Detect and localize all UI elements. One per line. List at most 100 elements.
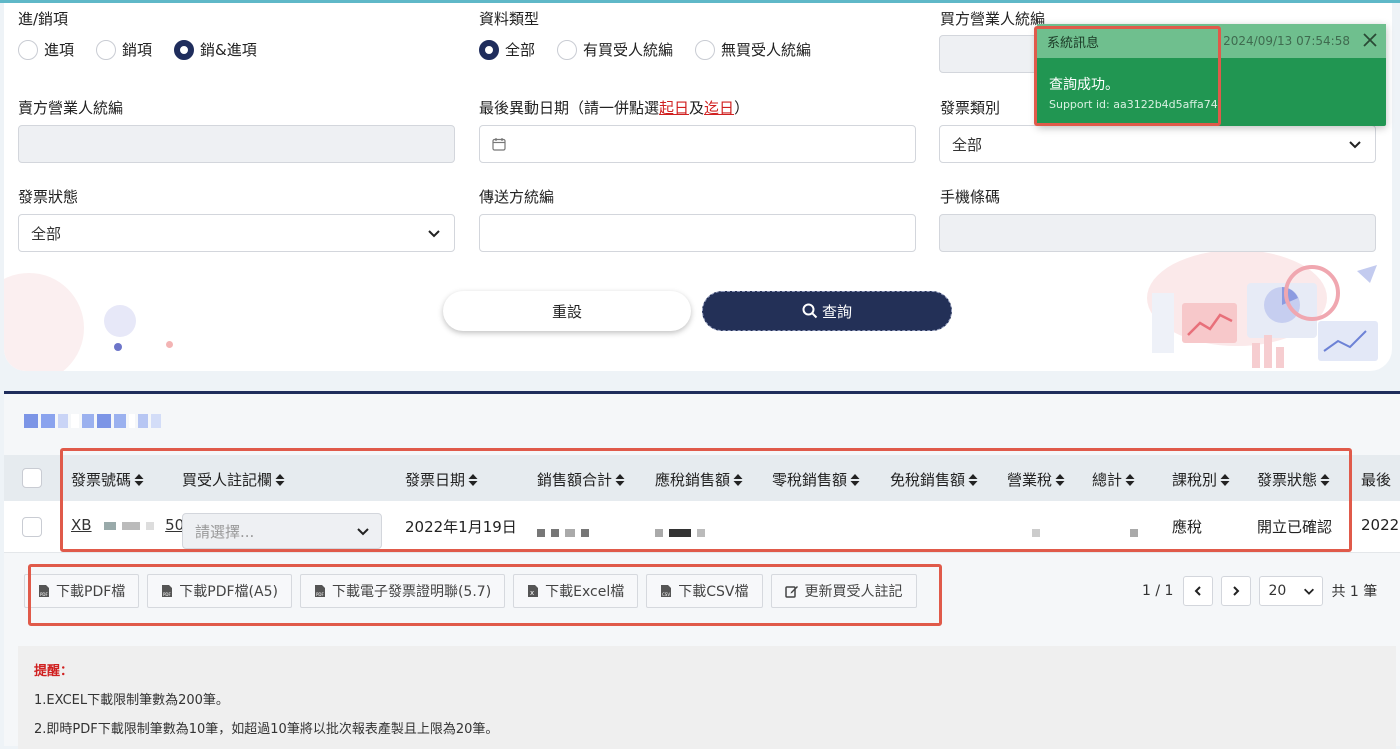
action-bar: PDF 下載PDF檔 PDF 下載PDF檔(A5) PDF 下載電子發票證明聯(5.7… xyxy=(24,574,917,608)
pdf-file-icon: PDF xyxy=(162,585,173,597)
reminder-line: 1.EXCEL下載限制筆數為200筆。 xyxy=(34,693,229,708)
radio-without-buyer-id[interactable]: 無買受人統編 xyxy=(695,39,811,60)
radio-sales[interactable]: 銷項 xyxy=(96,39,152,60)
svg-text:PDF: PDF xyxy=(316,592,324,597)
reminder-line: 2.即時PDF下載限制筆數為10筆，如超過10筆將以批次報表產製且上限為20筆。 xyxy=(34,722,499,737)
search-icon xyxy=(802,303,818,319)
date-range-input[interactable] xyxy=(479,125,916,163)
data-type-radio-group: 全部 有買受人統編 無買受人統編 xyxy=(479,39,833,60)
buyer-note-select[interactable]: 請選擇... xyxy=(182,513,382,549)
reminder-title: 提醒： xyxy=(34,664,74,679)
reset-button[interactable]: 重設 xyxy=(443,291,691,331)
toast-timestamp: 2024/09/13 07:54:58 xyxy=(1223,34,1350,48)
end-date-hint: 迄日 xyxy=(704,99,735,117)
last-updated-cell: 2022 xyxy=(1361,516,1400,534)
mobile-barcode-input[interactable] xyxy=(939,214,1376,252)
reminder-box: 提醒： 1.EXCEL下載限制筆數為200筆。 2.即時PDF下載限制筆數為10… xyxy=(18,646,1396,749)
invoice-status-select[interactable]: 全部 xyxy=(18,214,455,252)
column-header[interactable]: 發票日期 xyxy=(405,469,478,490)
buyer-id-label: 買方營業人統編 xyxy=(940,10,1046,28)
page-size-select[interactable]: 20 xyxy=(1259,576,1324,606)
close-icon[interactable] xyxy=(1362,32,1378,48)
radio-purchase[interactable]: 進項 xyxy=(18,39,74,60)
redacted-company-name xyxy=(24,414,161,428)
radio-indicator[interactable] xyxy=(18,39,38,60)
sort-icon xyxy=(615,473,625,487)
pdf-file-icon: PDF xyxy=(314,585,325,597)
radio-indicator[interactable] xyxy=(695,39,716,60)
last-change-date-label: 最後異動日期（請一併點選起日及迄日） xyxy=(479,99,750,117)
chevron-down-icon xyxy=(1349,141,1361,149)
column-header[interactable]: 營業稅 xyxy=(1007,469,1065,490)
decoration-circle xyxy=(4,273,84,371)
redacted-amount xyxy=(537,523,595,541)
csv-file-icon: CSV xyxy=(661,585,672,597)
column-header[interactable]: 課稅別 xyxy=(1172,469,1230,490)
column-header[interactable]: 買受人註記欄 xyxy=(182,469,285,490)
radio-indicator[interactable] xyxy=(557,39,578,60)
system-message-toast: 系統訊息 2024/09/13 07:54:58 查詢成功。 Support i… xyxy=(1037,24,1386,126)
download-excel-button[interactable]: x 下載Excel檔 xyxy=(513,574,639,608)
io-type-label: 進/銷項 xyxy=(18,10,69,28)
svg-text:x: x xyxy=(530,589,534,597)
redacted-amount xyxy=(1032,523,1046,541)
previous-page-button[interactable] xyxy=(1183,576,1214,606)
column-header[interactable]: 發票號碼 xyxy=(71,469,144,490)
select-all-checkbox[interactable] xyxy=(22,468,42,488)
download-csv-button[interactable]: CSV 下載CSV檔 xyxy=(646,574,763,608)
data-type-label: 資料類型 xyxy=(479,10,540,28)
invoice-number-link[interactable]: XB 50 xyxy=(71,516,184,534)
sort-icon xyxy=(733,473,743,487)
seller-id-label: 賣方營業人統編 xyxy=(18,99,124,117)
radio-indicator-selected[interactable] xyxy=(174,39,195,60)
tax-type-cell: 應稅 xyxy=(1172,518,1203,536)
column-header[interactable]: 應稅銷售額 xyxy=(655,469,743,490)
decoration-circle xyxy=(104,305,136,337)
column-header[interactable]: 零稅銷售額 xyxy=(772,469,860,490)
sort-icon xyxy=(968,473,978,487)
invoice-category-label: 發票類別 xyxy=(940,99,1001,117)
update-buyer-note-button[interactable]: 更新買受人註記 xyxy=(770,574,917,608)
sort-icon xyxy=(1220,473,1230,487)
row-checkbox[interactable] xyxy=(22,517,42,537)
radio-with-buyer-id[interactable]: 有買受人統編 xyxy=(557,39,673,60)
svg-text:PDF: PDF xyxy=(163,592,171,597)
sender-id-label: 傳送方統編 xyxy=(479,188,555,206)
radio-sales-and-purchase[interactable]: 銷&進項 xyxy=(174,39,257,60)
redacted-amount xyxy=(655,523,711,541)
radio-indicator[interactable] xyxy=(96,39,117,60)
next-page-button[interactable] xyxy=(1221,576,1252,606)
invoice-status-label: 發票狀態 xyxy=(18,188,79,206)
sort-icon xyxy=(468,473,478,487)
analytics-illustration xyxy=(1147,250,1378,368)
column-header[interactable]: 最後 xyxy=(1361,469,1391,490)
radio-indicator-selected[interactable] xyxy=(479,39,499,60)
sort-icon xyxy=(1320,473,1330,487)
invoice-date-cell: 2022年1月19日 xyxy=(405,518,517,536)
toast-support-id: Support id: aa3122b4d5affa74 xyxy=(1049,98,1218,111)
column-header[interactable]: 免稅銷售額 xyxy=(890,469,978,490)
column-header[interactable]: 銷售額合計 xyxy=(537,469,625,490)
seller-id-input[interactable] xyxy=(18,125,455,163)
chevron-down-icon xyxy=(357,528,369,536)
pdf-file-icon: PDF xyxy=(39,585,49,597)
download-pdf-a5-button[interactable]: PDF 下載PDF檔(A5) xyxy=(147,574,292,608)
table-row: XB 50 請選擇... 2022年1月19日 應稅 開立已確認 2022 xyxy=(4,501,1400,553)
excel-file-icon: x xyxy=(528,585,539,597)
decoration-circle xyxy=(114,343,122,351)
download-einvoice-proof-button[interactable]: PDF 下載電子發票證明聯(5.7) xyxy=(299,574,506,608)
invoice-category-select[interactable]: 全部 xyxy=(939,125,1376,163)
radio-all[interactable]: 全部 xyxy=(479,39,535,60)
column-header[interactable]: 發票狀態 xyxy=(1257,469,1330,490)
start-date-hint: 起日 xyxy=(659,99,690,117)
chevron-down-icon xyxy=(1304,588,1315,595)
column-header[interactable]: 總計 xyxy=(1092,469,1135,490)
query-button[interactable]: 查詢 xyxy=(702,291,952,331)
toast-title: 系統訊息 xyxy=(1047,35,1100,51)
sender-id-input[interactable] xyxy=(479,214,916,252)
io-type-radio-group: 進項 銷項 銷&進項 xyxy=(18,39,279,60)
sort-icon xyxy=(134,473,144,487)
toast-message: 查詢成功。 xyxy=(1049,77,1119,93)
download-pdf-button[interactable]: PDF 下載PDF檔 xyxy=(24,574,140,608)
page-indicator: 1 / 1 xyxy=(1142,583,1174,599)
